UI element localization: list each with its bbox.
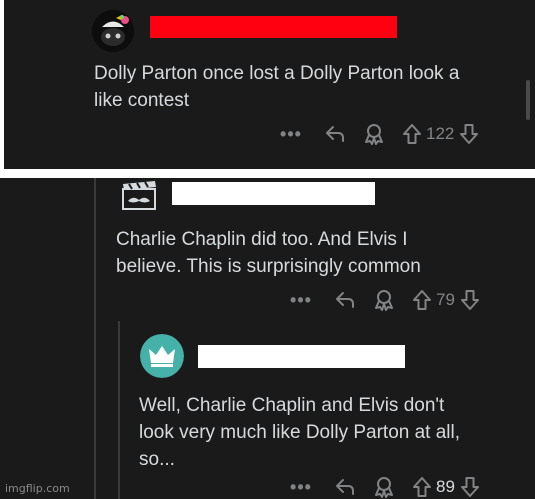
user-avatar[interactable] <box>120 180 160 212</box>
downvote-arrow-icon[interactable] <box>459 123 479 145</box>
scrollbar-thumb[interactable] <box>526 80 530 120</box>
award-icon[interactable] <box>364 123 384 145</box>
downvote-arrow-icon[interactable] <box>460 476 480 498</box>
upvote-arrow-icon[interactable] <box>412 289 432 311</box>
vote-score: 79 <box>436 290 455 309</box>
comment-panel-replies: Charlie Chaplin did too. And Elvis I bel… <box>0 178 535 499</box>
downvote-arrow-icon[interactable] <box>460 289 480 311</box>
clapperboard-mustache-icon <box>122 181 156 210</box>
vote-score: 89 <box>436 477 455 496</box>
upvote-arrow-icon[interactable] <box>412 476 432 498</box>
comment-panel-top: Dolly Parton once lost a Dolly Parton lo… <box>4 0 535 169</box>
user-avatar[interactable] <box>140 334 184 378</box>
comment-action-bar: ••• 122 <box>280 122 479 146</box>
more-dots-icon[interactable]: ••• <box>280 125 302 143</box>
snoo-avatar-icon <box>92 10 134 52</box>
reply-arrow-icon[interactable] <box>324 124 346 144</box>
award-icon[interactable] <box>374 476 394 498</box>
more-dots-icon[interactable]: ••• <box>290 291 312 309</box>
more-dots-icon[interactable]: ••• <box>290 478 312 496</box>
username-redaction-bar <box>150 16 397 38</box>
user-avatar[interactable] <box>92 10 134 52</box>
thread-line[interactable] <box>118 321 120 499</box>
username-redaction-bar <box>172 182 375 205</box>
watermark: imgflip.com <box>5 482 70 495</box>
vote-score: 122 <box>426 124 455 143</box>
award-icon[interactable] <box>374 289 394 311</box>
upvote-arrow-icon[interactable] <box>402 123 422 145</box>
comment-body: Charlie Chaplin did too. And Elvis I bel… <box>116 229 421 277</box>
crown-avatar-icon <box>140 334 184 378</box>
comment-body: Dolly Parton once lost a Dolly Parton lo… <box>94 63 460 111</box>
comment-action-bar: ••• 89 <box>290 475 480 499</box>
username-redaction-bar <box>198 345 405 368</box>
comment-action-bar: ••• 79 <box>290 288 480 312</box>
comment-body: Well, Charlie Chaplin and Elvis don't lo… <box>139 395 461 470</box>
reply-arrow-icon[interactable] <box>334 290 356 310</box>
thread-line[interactable] <box>94 178 96 499</box>
reply-arrow-icon[interactable] <box>334 477 356 497</box>
